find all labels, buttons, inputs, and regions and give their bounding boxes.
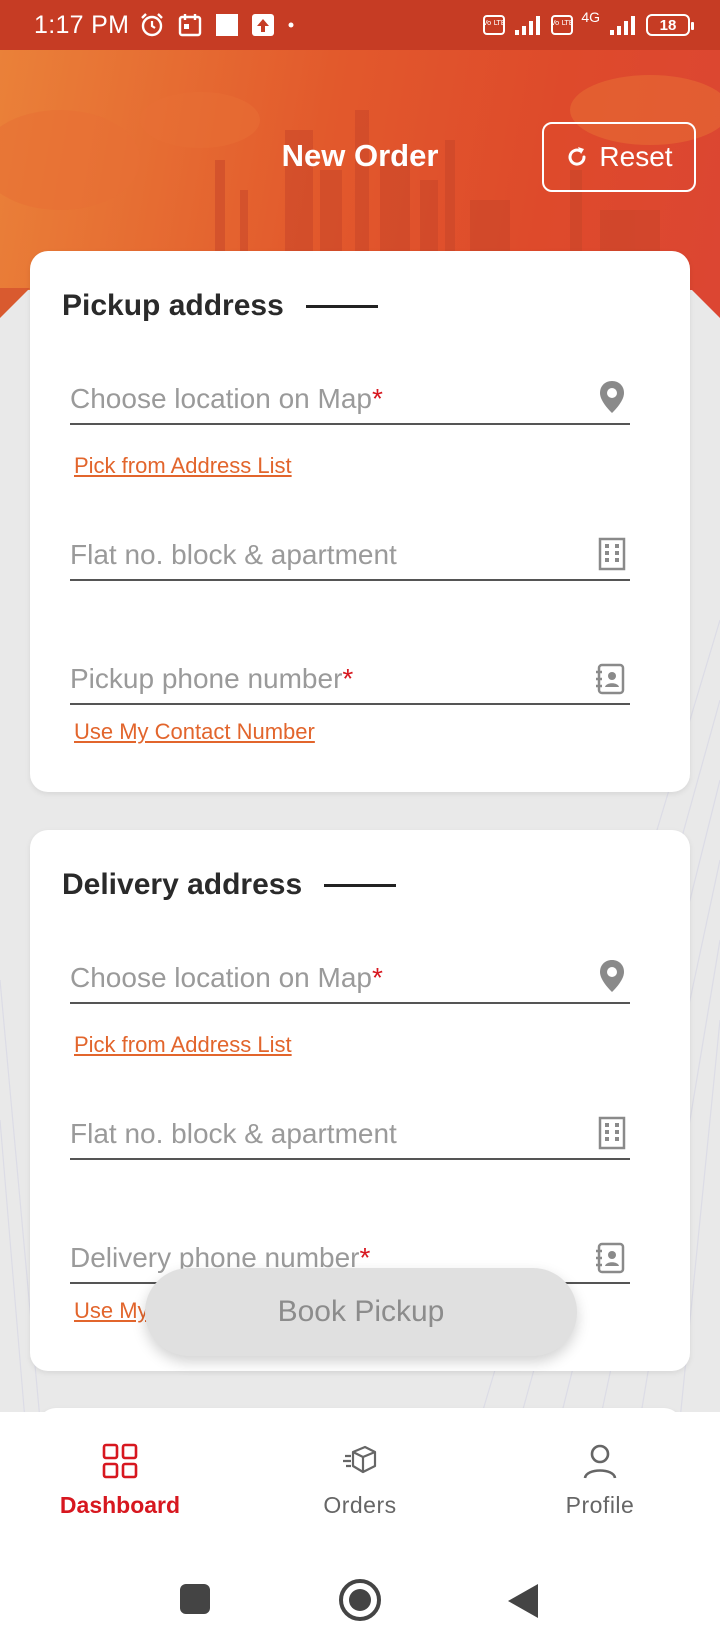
nav-item-profile[interactable]: Profile [480, 1412, 720, 1550]
contact-book-icon[interactable] [594, 663, 626, 695]
pickup-section-title: Pickup address [62, 289, 378, 323]
building-icon [598, 537, 626, 571]
building-icon [598, 1116, 626, 1150]
bottom-navigation: Dashboard Orders Profile [0, 1412, 720, 1550]
map-pin-icon[interactable] [598, 379, 626, 415]
delivery-section-title: Delivery address [62, 868, 397, 902]
system-navigation-bar [0, 1550, 720, 1650]
status-time: 1:17 PM [34, 10, 130, 39]
alarm-icon [141, 13, 164, 37]
reset-button[interactable]: Reset [542, 122, 696, 192]
title-rule [324, 883, 397, 887]
nav-label-orders: Orders [323, 1492, 397, 1518]
pickup-use-contact-link[interactable]: Use My Contact Number [74, 719, 315, 745]
delivery-location-placeholder: Choose location on Map* [70, 962, 383, 993]
pickup-address-list-link[interactable]: Pick from Address List [74, 453, 292, 479]
nav-item-orders[interactable]: Orders [240, 1412, 480, 1550]
dashboard-grid-icon [102, 1443, 138, 1479]
pickup-title-text: Pickup address [62, 289, 284, 322]
white-square-icon [216, 14, 239, 36]
pickup-location-placeholder: Choose location on Map* [70, 383, 383, 414]
header-corner-right [690, 288, 720, 318]
delivery-flat-placeholder: Flat no. block & apartment [70, 1118, 397, 1149]
delivery-flat-input[interactable]: Flat no. block & apartment [70, 1106, 630, 1160]
dot-icon [288, 22, 294, 28]
reset-label: Reset [599, 141, 673, 172]
title-rule [305, 304, 378, 308]
map-pin-icon[interactable] [598, 958, 626, 994]
volte-icon-2: Vo LTE [551, 15, 574, 35]
pickup-flat-placeholder: Flat no. block & apartment [70, 539, 397, 570]
network-type: 4G [581, 9, 600, 25]
svg-text:Vo LTE: Vo LTE [551, 19, 573, 27]
status-bar: 1:17 PM Vo LTE Vo LTE 4G 18 [0, 0, 720, 50]
calendar-notification-icon [179, 14, 202, 37]
signal-icon-1 [515, 16, 541, 35]
pickup-flat-input[interactable]: Flat no. block & apartment [70, 527, 630, 581]
pickup-location-input[interactable]: Choose location on Map* [70, 371, 630, 425]
battery-level: 18 [659, 16, 677, 34]
pickup-phone-placeholder: Pickup phone number* [70, 663, 354, 694]
profile-person-icon [583, 1444, 617, 1479]
upload-icon [252, 14, 275, 36]
svg-text:Vo LTE: Vo LTE [483, 19, 505, 27]
nav-label-profile: Profile [565, 1492, 635, 1518]
volte-icon: Vo LTE [483, 15, 506, 35]
signal-icon-2 [610, 16, 635, 35]
refresh-icon [568, 147, 586, 166]
pickup-address-card: Pickup address Choose location on Map* P… [30, 251, 690, 792]
battery-icon: 18 [646, 14, 694, 36]
delivery-address-list-link[interactable]: Pick from Address List [74, 1032, 292, 1058]
nav-label-dashboard: Dashboard [59, 1492, 181, 1518]
nav-item-dashboard[interactable]: Dashboard [0, 1412, 240, 1550]
delivery-title-text: Delivery address [62, 868, 303, 901]
recent-apps-button[interactable] [178, 1582, 212, 1616]
back-button[interactable] [506, 1582, 540, 1620]
contact-book-icon[interactable] [594, 1242, 626, 1274]
delivery-use-contact-link[interactable]: Use My [74, 1298, 149, 1324]
status-notification-icons [139, 12, 295, 38]
delivery-location-input[interactable]: Choose location on Map* [70, 950, 630, 1004]
book-pickup-button[interactable]: Book Pickup [145, 1268, 577, 1356]
orders-box-icon [343, 1445, 377, 1474]
header-corner-left [0, 288, 30, 318]
screen: 1:17 PM Vo LTE Vo LTE 4G 18 New Order Re… [0, 0, 720, 1650]
status-system-icons: Vo LTE Vo LTE 4G 18 [483, 9, 694, 36]
home-button[interactable] [338, 1578, 382, 1622]
pickup-phone-input[interactable]: Pickup phone number* [70, 651, 630, 705]
